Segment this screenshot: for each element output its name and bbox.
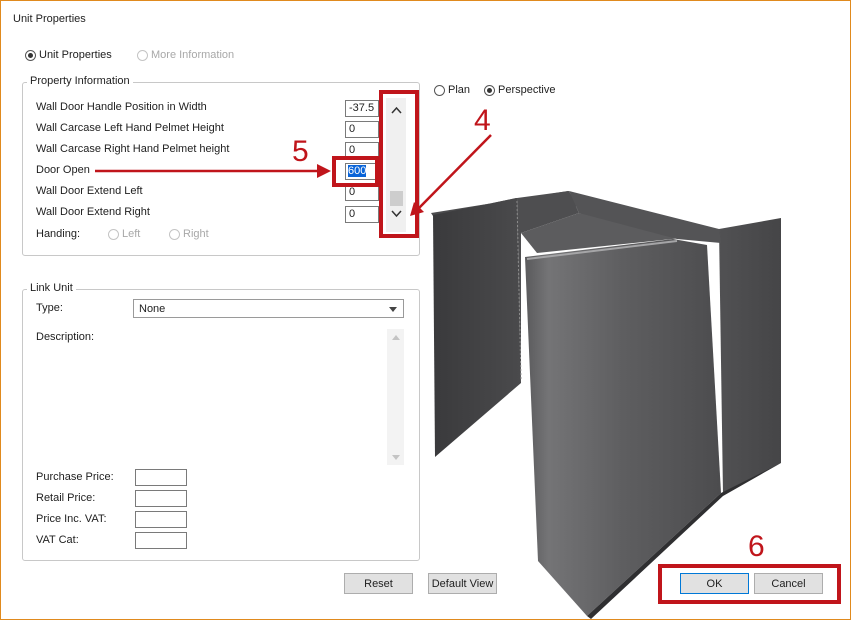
description-label: Description: xyxy=(36,331,95,343)
type-dropdown[interactable]: None xyxy=(133,299,404,318)
annotation-step-6: 6 xyxy=(748,530,765,563)
left-door xyxy=(433,198,521,457)
purchase-price-input[interactable] xyxy=(135,469,187,486)
front-door xyxy=(525,239,721,616)
annotation-box-door-open xyxy=(332,156,379,187)
retail-price-label: Retail Price: xyxy=(36,492,96,504)
right-carcass xyxy=(719,218,781,494)
purchase-price-label: Purchase Price: xyxy=(36,471,114,483)
vat-cat-input[interactable] xyxy=(135,532,187,549)
annotation-step-5: 5 xyxy=(292,135,309,168)
price-inc-vat-label: Price Inc. VAT: xyxy=(36,513,107,525)
link-unit-title: Link Unit xyxy=(27,282,76,294)
default-view-button[interactable]: Default View xyxy=(428,573,497,594)
annotation-step-4: 4 xyxy=(474,104,491,137)
annotation-box-scrollbar xyxy=(379,90,419,238)
retail-price-input[interactable] xyxy=(135,490,187,507)
type-dropdown-value: None xyxy=(139,303,166,315)
vat-cat-label: VAT Cat: xyxy=(36,534,79,546)
unit-properties-dialog: Unit Properties Unit Properties More Inf… xyxy=(0,0,851,620)
annotation-box-ok-cancel xyxy=(658,564,841,604)
type-label: Type: xyxy=(36,302,63,314)
description-scrollbar[interactable] xyxy=(387,329,404,465)
reset-button[interactable]: Reset xyxy=(344,573,413,594)
price-inc-vat-input[interactable] xyxy=(135,511,187,528)
chevron-down-icon xyxy=(389,307,397,312)
